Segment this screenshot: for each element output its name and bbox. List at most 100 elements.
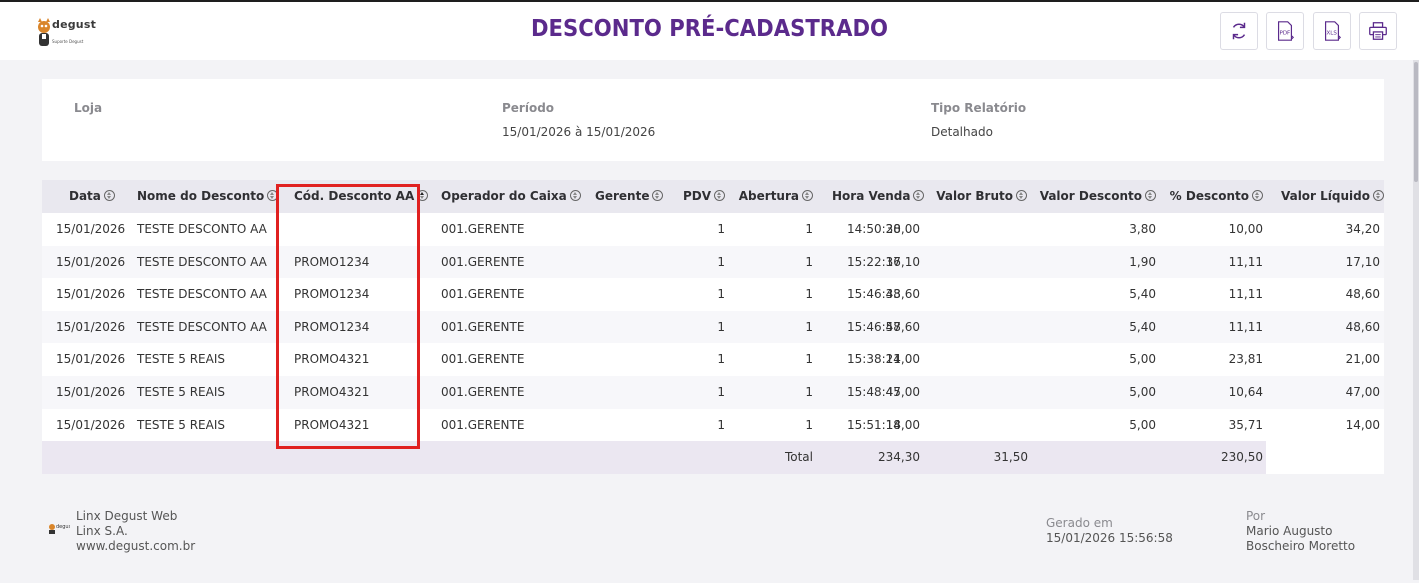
footer-by-name1: Mario Augusto bbox=[1246, 524, 1333, 538]
xls-icon: XLS bbox=[1324, 21, 1342, 41]
sort-icon[interactable] bbox=[913, 190, 925, 201]
cell-pct-desconto: 11,11 bbox=[1228, 287, 1263, 302]
column-header-data[interactable]: Data bbox=[69, 180, 115, 213]
cell-data: 15/01/2026 bbox=[56, 287, 126, 302]
cell-abertura: 1 bbox=[805, 319, 813, 334]
cell-pct-desconto: 23,81 bbox=[1228, 352, 1263, 367]
cell-valor-bruto: 48,60 bbox=[885, 287, 920, 302]
cell-pdv: 1 bbox=[717, 319, 725, 334]
total-valor-desconto: 31,50 bbox=[993, 450, 1028, 465]
cell-valor-desconto: 3,80 bbox=[1129, 222, 1156, 236]
table-row[interactable]: 15/01/2026 TESTE 5 REAIS PROMO4321 001.GERE… bbox=[42, 375, 1384, 409]
column-header-nome-desconto[interactable]: Nome do Desconto bbox=[137, 180, 279, 213]
sort-icon[interactable] bbox=[1145, 190, 1156, 201]
column-header-hora-venda[interactable]: Hora Venda bbox=[832, 180, 925, 213]
cell-valor-liquido: 47,00 bbox=[1345, 384, 1380, 399]
footer-company: Linx Degust Web bbox=[76, 509, 178, 523]
table-row[interactable]: 15/01/2026 TESTE 5 REAIS PROMO4321 001.GERE… bbox=[42, 408, 1384, 442]
cell-operador-caixa: 001.GERENTE bbox=[441, 352, 525, 367]
scrollbar-thumb[interactable] bbox=[1414, 62, 1418, 182]
cell-data: 15/01/2026 bbox=[56, 417, 126, 432]
filter-periodo-label: Período bbox=[502, 101, 555, 115]
table-row[interactable]: 15/01/2026 TESTE DESCONTO AA PROMO1234 001.… bbox=[42, 245, 1384, 279]
filter-periodo-value: 15/01/2026 à 15/01/2026 bbox=[502, 125, 656, 139]
cell-nome-desconto: TESTE DESCONTO AA bbox=[137, 287, 267, 302]
cell-data: 15/01/2026 bbox=[56, 352, 126, 367]
degust-mascot-icon bbox=[38, 18, 50, 46]
column-header-operador-caixa[interactable]: Operador do Caixa bbox=[441, 180, 581, 213]
table-row[interactable]: 15/01/2026 TESTE 5 REAIS PROMO4321 001.GERE… bbox=[42, 343, 1384, 376]
sort-icon[interactable] bbox=[1016, 190, 1027, 201]
column-header-abertura[interactable]: Abertura bbox=[739, 180, 813, 213]
highlight-box-cod-desconto bbox=[276, 184, 420, 449]
cell-valor-liquido: 17,10 bbox=[1345, 254, 1380, 269]
column-header-label: Hora Venda bbox=[832, 189, 911, 203]
total-label: Total bbox=[784, 450, 813, 465]
total-row-blank bbox=[1266, 441, 1384, 475]
column-header-label: PDV bbox=[682, 189, 711, 203]
cell-operador-caixa: 001.GERENTE bbox=[441, 384, 525, 399]
cell-operador-caixa: 001.GERENTE bbox=[441, 287, 525, 302]
svg-text:degust: degust bbox=[56, 524, 70, 530]
sort-icon[interactable] bbox=[802, 190, 813, 201]
refresh-button[interactable] bbox=[1220, 12, 1258, 50]
cell-valor-desconto: 5,40 bbox=[1129, 319, 1156, 334]
cell-valor-liquido: 34,20 bbox=[1345, 222, 1380, 236]
cell-operador-caixa: 001.GERENTE bbox=[441, 222, 525, 236]
sort-icon[interactable] bbox=[103, 190, 115, 201]
column-header-pdv[interactable]: PDV bbox=[683, 180, 725, 213]
column-header-pct-desconto[interactable]: % Desconto bbox=[1170, 180, 1263, 213]
table-row[interactable]: 15/01/2026 TESTE DESCONTO AA PROMO1234 001.… bbox=[42, 278, 1384, 311]
cell-valor-bruto: 38,00 bbox=[885, 222, 920, 236]
sort-icon[interactable] bbox=[569, 190, 581, 201]
column-header-valor-liquido[interactable]: Valor Líquido bbox=[1281, 180, 1384, 213]
print-button[interactable] bbox=[1359, 12, 1397, 50]
page-title: DESCONTO PRÉ-CADASTRADO bbox=[530, 16, 889, 42]
report-header: degust Suporte Degust DESCONTO PRÉ-CADAS… bbox=[0, 2, 1419, 60]
cell-pdv: 1 bbox=[717, 222, 725, 236]
table-total-row: Total 234,30 31,50 230,50 bbox=[42, 441, 1384, 475]
cell-pct-desconto: 11,11 bbox=[1228, 254, 1263, 269]
footer-company2: Linx S.A. bbox=[76, 524, 128, 538]
cell-nome-desconto: TESTE 5 REAIS bbox=[137, 352, 225, 367]
cell-data: 15/01/2026 bbox=[56, 319, 126, 334]
column-header-gerente[interactable]: Gerente bbox=[595, 180, 664, 213]
sort-icon[interactable] bbox=[1252, 190, 1263, 201]
export-xls-button[interactable]: XLS bbox=[1313, 12, 1351, 50]
cell-pdv: 1 bbox=[717, 287, 725, 302]
page-scrollbar[interactable] bbox=[1413, 60, 1419, 580]
cell-valor-bruto: 48,60 bbox=[885, 319, 920, 334]
export-pdf-button[interactable]: PDF bbox=[1266, 12, 1304, 50]
cell-operador-caixa: 001.GERENTE bbox=[441, 254, 525, 269]
sort-icon[interactable] bbox=[1373, 190, 1384, 201]
footer-site[interactable]: www.degust.com.br bbox=[76, 539, 195, 554]
column-header-label: Valor Desconto bbox=[1039, 189, 1142, 203]
cell-valor-desconto: 5,00 bbox=[1129, 352, 1156, 367]
column-header-label: Gerente bbox=[595, 189, 650, 203]
column-header-valor-desconto[interactable]: Valor Desconto bbox=[1040, 180, 1156, 213]
svg-text:XLS: XLS bbox=[1327, 31, 1338, 37]
footer-generated-label: Gerado em bbox=[1046, 516, 1113, 530]
cell-valor-desconto: 1,90 bbox=[1129, 254, 1156, 269]
column-header-label: Abertura bbox=[738, 189, 799, 203]
footer-by-label: Por bbox=[1246, 509, 1266, 523]
column-header-valor-bruto[interactable]: Valor Bruto bbox=[936, 180, 1027, 213]
cell-pdv: 1 bbox=[717, 254, 725, 269]
total-valor-bruto: 234,30 bbox=[878, 450, 920, 465]
cell-pdv: 1 bbox=[717, 352, 725, 367]
table-row[interactable]: 15/01/2026 TESTE DESCONTO AA PROMO1234 001.… bbox=[42, 310, 1384, 344]
cell-valor-bruto: 17,10 bbox=[885, 254, 920, 269]
cell-nome-desconto: TESTE 5 REAIS bbox=[137, 417, 225, 432]
cell-pdv: 1 bbox=[717, 417, 725, 432]
sort-icon[interactable] bbox=[714, 190, 725, 201]
sort-icon[interactable] bbox=[652, 190, 664, 201]
svg-text:PDF: PDF bbox=[1280, 31, 1291, 37]
report-filters: Loja Período 15/01/2026 à 15/01/2026 Tip… bbox=[42, 79, 1384, 161]
cell-abertura: 1 bbox=[805, 352, 813, 367]
cell-valor-desconto: 5,00 bbox=[1129, 384, 1156, 399]
cell-nome-desconto: TESTE DESCONTO AA bbox=[137, 319, 267, 334]
cell-valor-liquido: 21,00 bbox=[1345, 352, 1380, 367]
filter-loja-label: Loja bbox=[74, 101, 103, 115]
table-row[interactable]: 15/01/2026 TESTE DESCONTO AA 001.GERENTE 1 1… bbox=[42, 213, 1384, 246]
cell-abertura: 1 bbox=[805, 417, 813, 432]
